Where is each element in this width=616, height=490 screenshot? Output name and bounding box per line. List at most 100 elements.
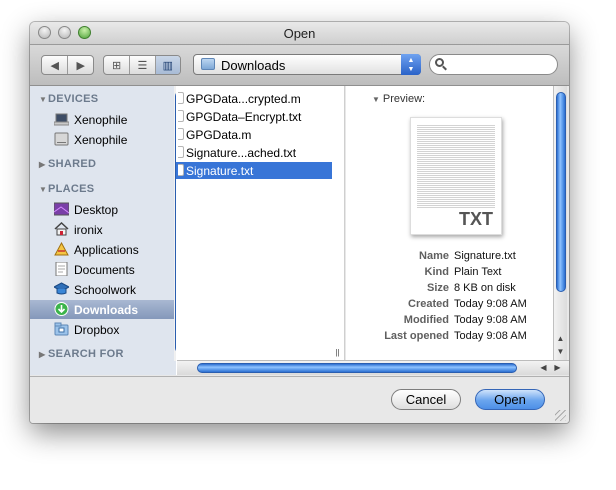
disclosure-collapsed-icon: ▶ <box>39 350 46 359</box>
back-arrow-icon: ◀ <box>50 59 59 72</box>
applications-icon <box>54 242 69 256</box>
file-item[interactable]: GPGData...crypted.m <box>176 90 332 107</box>
file-item-selected[interactable]: Signature.txt <box>176 162 332 179</box>
section-label: SEARCH FOR <box>48 348 124 360</box>
meta-key: Last opened <box>384 330 449 342</box>
sidebar-item-schoolwork[interactable]: Schoolwork <box>30 280 175 299</box>
meta-value: Today 9:08 AM <box>454 314 527 326</box>
downloads-icon <box>54 302 69 316</box>
open-button[interactable]: Open <box>475 389 545 410</box>
file-item[interactable]: GPGData–Encrypt.txt <box>176 108 332 125</box>
disclosure-expanded-icon: ▼ <box>372 95 380 104</box>
desktop-icon <box>54 202 69 216</box>
list-view-icon: ☰ <box>137 59 148 72</box>
sidebar-item-desktop[interactable]: Desktop <box>30 200 175 219</box>
meta-key: Modified <box>403 314 449 326</box>
hard-disk-icon <box>54 132 69 146</box>
toolbar: ◀ ▶ ⊞ ☰ ▥ Downloads ▲ ▼ <box>30 45 569 86</box>
text-lines-graphic <box>417 124 495 208</box>
navigation-segment: ◀ ▶ <box>41 55 94 75</box>
meta-key: Name <box>419 250 449 262</box>
location-popup[interactable]: Downloads ▲ ▼ <box>193 54 421 75</box>
sidebar-item-device-2[interactable]: Xenophile <box>30 130 175 149</box>
column-resize-handle-icon[interactable]: || <box>331 346 344 359</box>
meta-row: Last opened Today 9:08 AM <box>346 330 555 346</box>
dialog-button-bar: Cancel Open <box>30 376 569 423</box>
preview-pane: ▼ Preview: TXT Name Signature.txt Kind Plai… <box>346 86 555 375</box>
sidebar-item-dropbox[interactable]: Dropbox <box>30 320 175 339</box>
file-icon <box>178 92 184 104</box>
preview-scroll-thumb[interactable] <box>556 92 566 292</box>
sidebar-item-label: Applications <box>74 243 139 257</box>
list-view-button[interactable]: ☰ <box>130 56 156 74</box>
sidebar-section-search-for[interactable]: ▶ SEARCH FOR <box>39 348 124 360</box>
meta-value: Today 9:08 AM <box>454 298 527 310</box>
preview-label: Preview: <box>382 93 426 105</box>
meta-key: Created <box>408 298 449 310</box>
view-mode-segment: ⊞ ☰ ▥ <box>103 55 181 75</box>
meta-key: Size <box>426 282 449 294</box>
sidebar-item-label: Desktop <box>74 203 119 217</box>
meta-value: 8 KB on disk <box>454 282 516 294</box>
graduation-cap-icon <box>54 282 69 295</box>
window-title: Open <box>283 26 316 41</box>
sidebar-item-label: Downloads <box>74 303 139 317</box>
dropbox-folder-icon <box>54 322 69 336</box>
sidebar-item-label: Dropbox <box>74 323 120 337</box>
disclosure-expanded-icon: ▼ <box>39 185 48 194</box>
file-name: GPGData.m <box>186 128 252 142</box>
sidebar-item-ironix[interactable]: ironix <box>30 220 175 239</box>
laptop-icon <box>54 113 69 126</box>
meta-value: Today 9:08 AM <box>454 330 527 342</box>
scroll-down-icon[interactable]: ▼ <box>554 345 567 358</box>
sidebar-section-places[interactable]: ▼PLACES <box>39 183 94 195</box>
sidebar-section-devices[interactable]: ▼DEVICES <box>39 93 98 105</box>
scroll-left-icon[interactable]: ◀ <box>537 361 550 374</box>
sidebar: ▼DEVICES Xenophile Xenophile ▶ SHARED ▼PL… <box>30 86 188 375</box>
back-button[interactable]: ◀ <box>42 56 69 74</box>
forward-button[interactable]: ▶ <box>68 56 93 74</box>
icon-view-button[interactable]: ⊞ <box>104 56 131 74</box>
meta-value: Signature.txt <box>454 250 516 262</box>
horizontal-scrollbar[interactable]: ◀ ▶ <box>177 360 569 375</box>
file-icon <box>178 146 184 158</box>
icon-view-icon: ⊞ <box>112 59 122 72</box>
cancel-button[interactable]: Cancel <box>391 389 461 410</box>
column-view-icon: ▥ <box>162 59 174 72</box>
file-item[interactable]: GPGData.m <box>176 126 332 143</box>
meta-row: Kind Plain Text <box>346 266 555 282</box>
scroll-right-icon[interactable]: ▶ <box>551 361 564 374</box>
disclosure-collapsed-icon: ▶ <box>39 160 46 169</box>
meta-row: Size 8 KB on disk <box>346 282 555 298</box>
search-field[interactable] <box>429 54 558 75</box>
file-item[interactable]: Signature...ached.txt <box>176 144 332 161</box>
sidebar-item-device-1[interactable]: Xenophile <box>30 110 175 129</box>
sidebar-section-shared[interactable]: ▶ SHARED <box>39 158 96 170</box>
preview-header[interactable]: ▼ Preview: <box>372 93 425 105</box>
resize-grip-icon[interactable] <box>555 410 566 421</box>
sidebar-item-label: Xenophile <box>74 133 128 147</box>
meta-row: Name Signature.txt <box>346 250 555 266</box>
sidebar-item-label: ironix <box>74 223 103 237</box>
forward-arrow-icon: ▶ <box>76 59 85 72</box>
file-name: Signature...ached.txt <box>186 146 297 160</box>
title-bar[interactable]: Open <box>30 22 569 45</box>
horizontal-scroll-thumb[interactable] <box>197 363 517 373</box>
sidebar-item-downloads[interactable]: Downloads <box>30 300 175 319</box>
preview-scrollbar[interactable]: ▲ ▼ <box>553 86 567 360</box>
meta-key: Kind <box>424 266 449 278</box>
search-icon-handle <box>442 65 447 71</box>
section-label: PLACES <box>48 183 95 195</box>
file-name: GPGData...crypted.m <box>186 92 301 106</box>
sidebar-item-applications[interactable]: Applications <box>30 240 175 259</box>
file-name: Signature.txt <box>186 164 254 178</box>
scroll-up-icon[interactable]: ▲ <box>554 332 567 345</box>
sidebar-item-documents[interactable]: Documents <box>30 260 175 279</box>
file-icon <box>178 128 184 140</box>
sidebar-item-label: Xenophile <box>74 113 128 127</box>
file-column: GPGData...crypted.m GPGData–Encrypt.txt … <box>176 86 345 375</box>
column-view-button[interactable]: ▥ <box>155 56 180 74</box>
meta-row: Modified Today 9:08 AM <box>346 314 555 330</box>
home-icon <box>54 222 69 236</box>
popup-arrows-icon: ▲ ▼ <box>401 54 421 75</box>
